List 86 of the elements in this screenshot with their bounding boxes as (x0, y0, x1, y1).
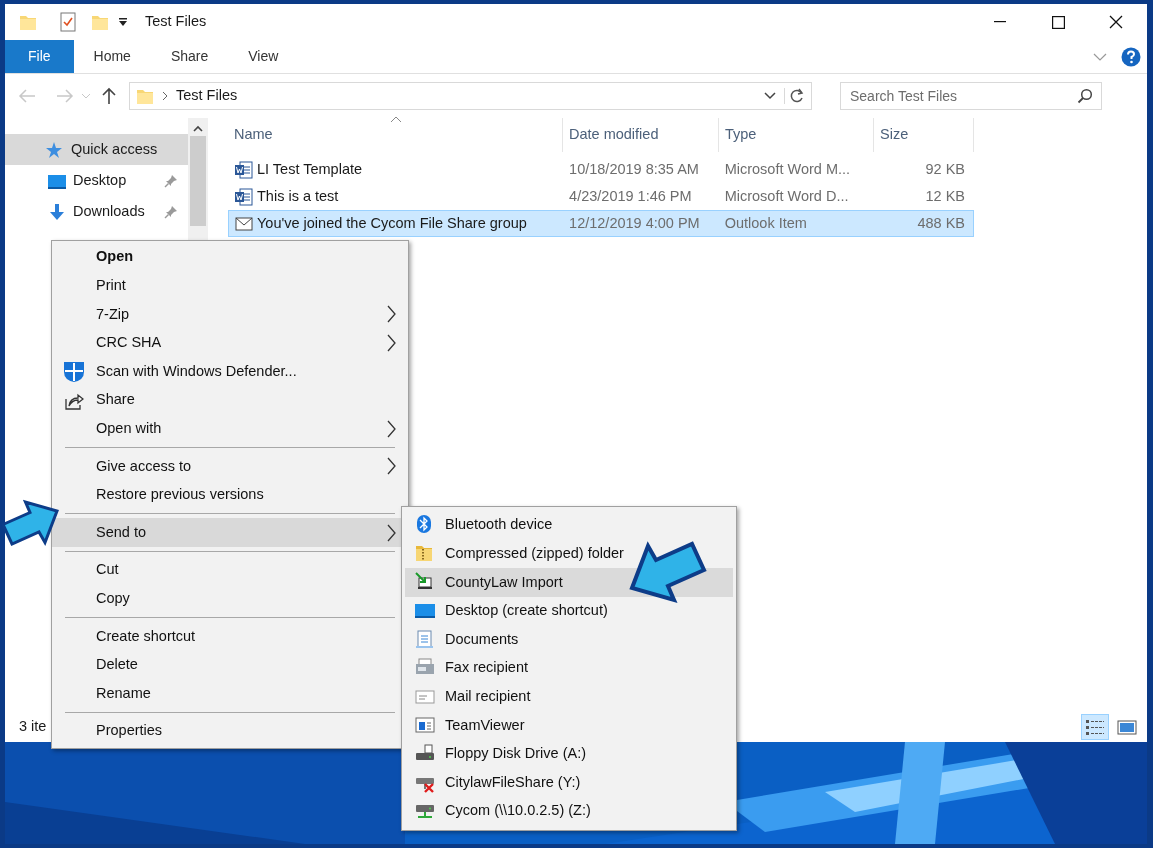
sidebar-item[interactable]: Quick access (5, 134, 188, 165)
search-icon[interactable] (1077, 88, 1093, 104)
address-bar[interactable]: Test Files (129, 82, 812, 110)
sidebar-label: Downloads (73, 201, 145, 221)
help-icon[interactable] (1121, 46, 1141, 67)
menu-item[interactable]: Fax recipient (405, 653, 733, 683)
zipped-folder-icon (415, 543, 435, 564)
file-name: You've joined the Cycom File Share group (257, 213, 527, 233)
envelope-icon (235, 214, 253, 233)
scroll-up-icon[interactable] (192, 124, 204, 134)
pin-icon[interactable] (164, 204, 178, 219)
size-cell-text: 12 KB (924, 186, 966, 206)
column-header[interactable]: Size (874, 118, 974, 152)
sidebar-label: Desktop (73, 170, 127, 190)
close-icon (1109, 15, 1123, 29)
sidebar-item[interactable]: Desktop (5, 165, 188, 196)
large-icons-view-icon (1116, 717, 1138, 737)
details-view-button[interactable] (1081, 714, 1109, 740)
details-view-icon (1084, 717, 1106, 737)
ribbon-tab[interactable]: View (228, 40, 299, 73)
file-row[interactable]: This is a test 4/23/2019 1:46 PM Microsoft Word D... 12 KB (228, 183, 974, 210)
submenu-chevron-icon (386, 523, 396, 542)
pin-icon[interactable] (164, 173, 178, 188)
file-row[interactable]: You've joined the Cycom File Share group 12/12/2019 4:00 PM Outlook Item 488 KB (228, 210, 974, 237)
menu-item[interactable]: Share (52, 385, 408, 415)
breadcrumb-chevron-icon (162, 91, 168, 101)
word-document-icon (235, 187, 253, 206)
dropdown-icon[interactable] (764, 92, 776, 100)
file-name: This is a test (257, 186, 339, 206)
menu-item[interactable]: Scan with Windows Defender... (52, 357, 408, 386)
menu-item[interactable]: TeamViewer (405, 711, 733, 740)
size-cell-text: 92 KB (924, 159, 966, 179)
date-cell-text: 12/12/2019 4:00 PM (568, 213, 701, 233)
customize-dropdown-icon[interactable] (117, 16, 129, 28)
submenu-chevron-icon (386, 334, 396, 353)
sidebar-label: Quick access (71, 139, 158, 159)
window-title: Test Files (145, 12, 207, 32)
sidebar-item[interactable]: Downloads (5, 196, 188, 227)
download-icon (47, 202, 67, 221)
item-count: 3 ite (19, 717, 47, 737)
menu-item[interactable]: 7-Zip (52, 300, 408, 329)
menu-item[interactable]: Open (52, 243, 408, 272)
search-field[interactable]: Search Test Files (840, 82, 1102, 110)
menu-item[interactable]: CitylawFileShare (Y:) (405, 768, 733, 797)
address-path[interactable]: Test Files (176, 85, 238, 107)
minimize-icon (994, 21, 1006, 23)
menu-item[interactable]: CRC SHA (52, 328, 408, 358)
column-header[interactable]: Name (228, 118, 563, 152)
ribbon-tab[interactable]: Home (73, 40, 151, 73)
menu-item[interactable]: Mail recipient (405, 682, 733, 712)
size-cell-text: 488 KB (916, 213, 966, 233)
file-menu-button[interactable]: File (5, 40, 74, 73)
date-cell-text: 10/18/2019 8:35 AM (568, 159, 700, 179)
menu-item[interactable]: Cycom (\\10.0.2.5) (Z:) (405, 796, 733, 826)
menu-item[interactable]: Desktop (create shortcut) (405, 596, 733, 626)
up-icon[interactable] (101, 87, 117, 105)
menu-item[interactable]: Bluetooth device (405, 511, 733, 540)
file-name: LI Test Template (257, 159, 363, 179)
column-header[interactable]: Date modified (563, 118, 719, 152)
properties-icon[interactable] (59, 12, 77, 32)
refresh-icon[interactable] (784, 88, 805, 104)
window-icon (415, 715, 435, 736)
folder-icon (136, 87, 154, 105)
menu-item[interactable]: Floppy Disk Drive (A:) (405, 739, 733, 769)
menu-item[interactable]: Restore previous versions (52, 480, 408, 510)
menu-item[interactable]: Print (52, 271, 408, 301)
menu-item[interactable]: Give access to (52, 452, 408, 481)
type-cell-text: Microsoft Word M... (723, 159, 852, 179)
maximize-icon (1051, 15, 1065, 29)
type-cell-text: Outlook Item (723, 213, 808, 233)
shield-icon (64, 362, 84, 383)
column-header[interactable]: Type (719, 118, 874, 152)
scrollbar-thumb[interactable] (190, 136, 206, 226)
type-cell-text: Microsoft Word D... (723, 186, 850, 206)
file-row[interactable]: LI Test Template 10/18/2019 8:35 AM Microsoft Word M... 92 KB (228, 156, 974, 183)
sort-ascending-icon[interactable] (390, 116, 402, 123)
menu-item[interactable]: Open with (52, 414, 408, 444)
submenu-chevron-icon (386, 457, 396, 476)
menu-item[interactable]: Documents (405, 625, 733, 654)
submenu-chevron-icon (386, 419, 396, 438)
expand-ribbon-icon[interactable] (1093, 51, 1107, 62)
ribbon-tab[interactable]: Share (150, 40, 229, 73)
word-document-icon (235, 160, 253, 179)
document-icon (415, 629, 435, 650)
date-cell-text: 4/23/2019 1:46 PM (568, 186, 693, 206)
submenu-chevron-icon (386, 305, 396, 324)
